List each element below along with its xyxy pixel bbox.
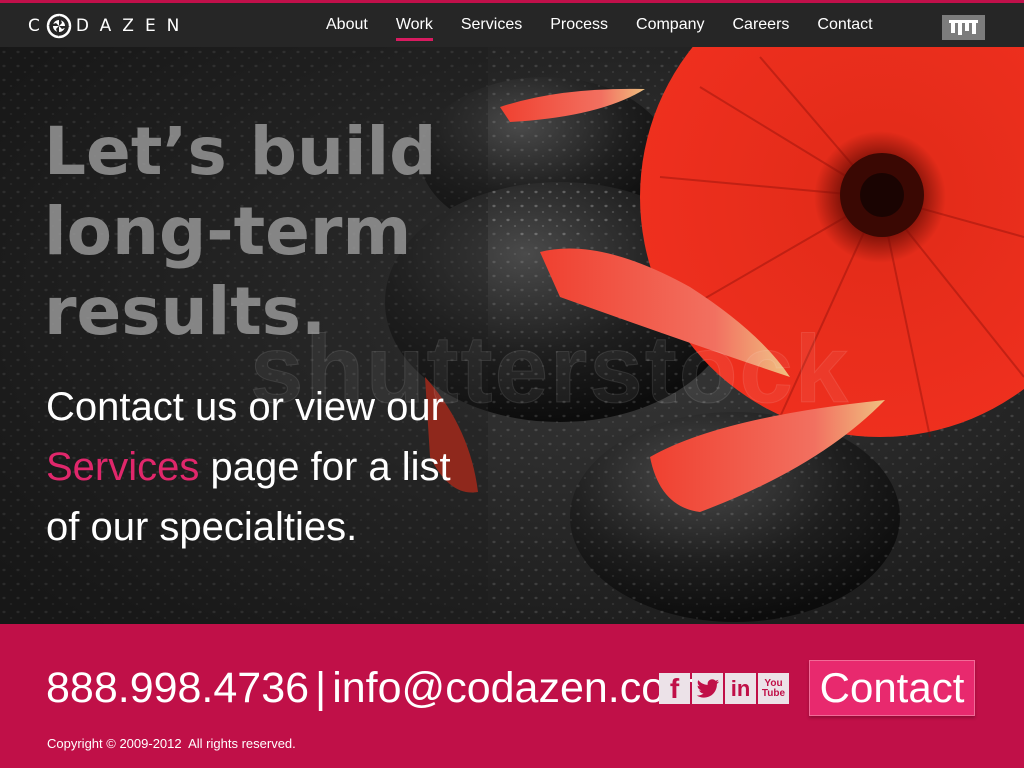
contact-button[interactable]: Contact bbox=[809, 660, 975, 716]
codazen-logo[interactable]: C DAZEN bbox=[28, 13, 190, 39]
youtube-icon[interactable]: You Tube bbox=[758, 673, 789, 704]
hero-tagline: Contact us or view our Services page for… bbox=[46, 377, 486, 557]
phone-number[interactable]: 888.998.4736 bbox=[46, 664, 309, 712]
top-navigation-bar: C DAZEN About Work Services Process Comp… bbox=[0, 0, 1024, 47]
logo-wordmark: DAZEN bbox=[75, 16, 191, 36]
facebook-icon[interactable]: f bbox=[659, 673, 690, 704]
headline-line-1: Let’s build bbox=[44, 113, 437, 190]
nav-item-company[interactable]: Company bbox=[622, 3, 718, 47]
hero-headline: Let’s build long-term results. bbox=[44, 112, 484, 352]
headline-line-2: long-term bbox=[44, 193, 412, 270]
menu-icon bbox=[949, 20, 978, 35]
contact-info: 888.998.4736 | info@codazen.com bbox=[46, 660, 701, 716]
headline-line-3: results. bbox=[44, 273, 327, 350]
tagline-intro: Contact us or view our bbox=[46, 385, 444, 429]
nav-item-careers[interactable]: Careers bbox=[719, 3, 804, 47]
main-nav: About Work Services Process Company Care… bbox=[312, 3, 887, 47]
nav-item-work[interactable]: Work bbox=[382, 3, 447, 47]
nav-item-services[interactable]: Services bbox=[447, 3, 536, 47]
email-link[interactable]: info@codazen.com bbox=[332, 664, 701, 712]
hero-section: shutterstock Let’s build long-term resul… bbox=[0, 47, 1024, 624]
copyright-text: Copyright © 2009-2012 All rights reserve… bbox=[47, 736, 296, 751]
nav-item-about[interactable]: About bbox=[312, 3, 382, 47]
nav-item-contact[interactable]: Contact bbox=[803, 3, 886, 47]
social-links: f in You Tube bbox=[659, 673, 789, 704]
twitter-bird-icon bbox=[696, 678, 719, 698]
services-link[interactable]: Services bbox=[46, 445, 199, 489]
nav-item-process[interactable]: Process bbox=[536, 3, 622, 47]
linkedin-icon[interactable]: in bbox=[725, 673, 756, 704]
contact-separator: | bbox=[315, 664, 327, 712]
twitter-icon[interactable] bbox=[692, 673, 723, 704]
menu-button[interactable] bbox=[942, 15, 985, 40]
logo-letter: C bbox=[28, 16, 40, 36]
compass-icon bbox=[46, 13, 72, 39]
footer: 888.998.4736 | info@codazen.com f in You T… bbox=[0, 624, 1024, 768]
